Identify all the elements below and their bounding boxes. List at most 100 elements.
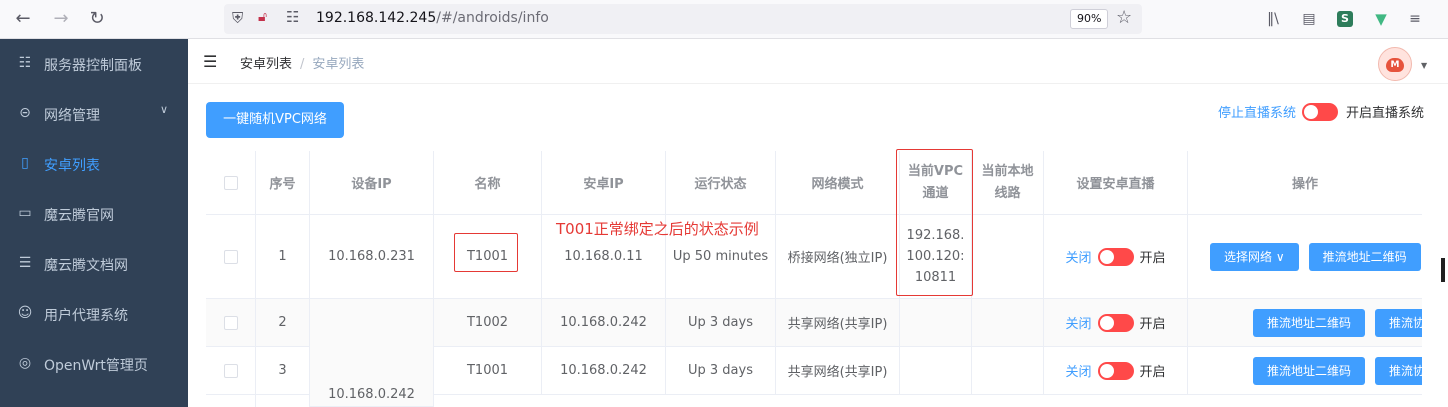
device-name: T1001 <box>434 347 542 395</box>
select-network-button[interactable]: 选择网络 ∨ <box>1210 242 1299 271</box>
top-navbar: ☰ 安卓列表 / 安卓列表 M ▼ <box>188 39 1448 84</box>
url-path: /#/androids/info <box>436 10 549 26</box>
live-on-label: 开启 <box>1139 365 1166 380</box>
sidebar: ☷ 服务器控制面板 ⊝ 网络管理 ∨ ▯ 安卓列表 ▭ 魔云腾官网 ☰ 魔云腾文… <box>0 39 188 407</box>
forward-arrow-icon[interactable]: → <box>48 6 74 32</box>
avatar-logo-icon: M <box>1386 58 1404 72</box>
android-ip: 10.168.0.242 <box>542 299 666 347</box>
live-off-label[interactable]: 关闭 <box>1065 247 1091 266</box>
row-checkbox[interactable] <box>223 249 238 264</box>
stop-live-label[interactable]: 停止直播系统 <box>1218 102 1296 121</box>
document-icon: ☰ <box>18 255 32 271</box>
android-table: 序号 设备IP 名称 安卓IP 运行状态 网络模式 当前VPC 通道 当前本地 … <box>206 151 1422 407</box>
row-select-cell[interactable] <box>206 215 256 299</box>
select-all-checkbox[interactable] <box>223 175 238 190</box>
row-index: 3 <box>256 347 310 395</box>
bookmark-star-icon[interactable]: ☆ <box>1116 7 1132 28</box>
local-line <box>972 347 1044 395</box>
column-header: 运行状态 <box>666 151 776 215</box>
live-switch[interactable] <box>1097 247 1134 266</box>
hamburger-icon[interactable]: ☰ <box>203 52 217 71</box>
vpc-channel <box>900 347 972 395</box>
device-name: T1002 <box>434 299 542 347</box>
vue-devtools-icon[interactable]: ▼ <box>1370 8 1392 30</box>
live-switch[interactable] <box>1097 361 1134 380</box>
live-off-label[interactable]: 关闭 <box>1065 361 1091 380</box>
column-header: 序号 <box>256 151 310 215</box>
insecure-lock-icon[interactable]: 🔓︎ <box>258 9 267 25</box>
run-status: Up 3 days <box>666 299 776 347</box>
breadcrumb-item-current: 安卓列表 <box>312 57 365 72</box>
sidebar-item-user-proxy[interactable]: ☺ 用户代理系统 <box>0 289 188 339</box>
live-off-label[interactable]: 关闭 <box>1065 313 1091 332</box>
push-stream-qr-button[interactable]: 推流地址二维码 <box>1253 308 1366 337</box>
sidebar-item-official-site[interactable]: ▭ 魔云腾官网 <box>0 189 188 239</box>
chevron-down-icon: ∨ <box>160 103 169 116</box>
sidebar-item-label: 网络管理 <box>44 108 100 124</box>
row-select-cell[interactable] <box>206 347 256 395</box>
url-text[interactable]: 192.168.142.245/#/androids/info <box>316 10 549 26</box>
live-setting-cell: 关闭 开启 <box>1044 347 1188 395</box>
actions-cell: 推流地址二维码 推流协议 <box>1188 299 1422 347</box>
extension-s-icon[interactable]: S <box>1337 11 1353 27</box>
column-header: 当前本地 线路 <box>972 151 1044 215</box>
row-index <box>256 395 310 407</box>
column-header: 操作 <box>1188 151 1422 215</box>
local-line <box>972 299 1044 347</box>
library-icon[interactable]: ‖\ <box>1262 8 1284 30</box>
android-ip: 10.168.0.242 <box>542 347 666 395</box>
address-bar[interactable]: ⛨ 🔓︎ ☷ 192.168.142.245/#/androids/info 9… <box>224 4 1142 34</box>
sidebar-item-docs-site[interactable]: ☰ 魔云腾文档网 <box>0 239 188 289</box>
start-live-label: 开启直播系统 <box>1346 106 1425 121</box>
sidebar-item-label: 用户代理系统 <box>44 308 128 324</box>
live-system-switch[interactable] <box>1302 103 1338 121</box>
user-icon: ☺ <box>17 305 33 321</box>
avatar[interactable]: M <box>1378 47 1412 81</box>
reload-icon[interactable]: ↻ <box>84 6 110 32</box>
sidebar-toggle-icon[interactable]: ▤ <box>1298 8 1320 30</box>
permissions-icon[interactable]: ☷ <box>286 8 299 26</box>
row-select-cell <box>206 395 256 407</box>
random-vpc-button[interactable]: 一键随机VPC网络 <box>206 102 344 138</box>
back-arrow-icon[interactable]: ← <box>10 6 36 32</box>
network-mode: 共享网络(共享IP) <box>776 299 900 347</box>
zoom-level-badge[interactable]: 90% <box>1070 9 1109 29</box>
push-protocol-button[interactable]: 推流协议 <box>1375 356 1422 385</box>
network-mode: 桥接网络(独立IP) <box>776 215 900 299</box>
menu-icon[interactable]: ≡ <box>1404 8 1426 30</box>
live-on-label: 开启 <box>1139 251 1166 266</box>
push-protocol-button[interactable]: 推流协议 <box>1375 308 1422 337</box>
caret-down-icon[interactable]: ▼ <box>1421 61 1427 70</box>
sidebar-item-label: 魔云腾文档网 <box>44 258 128 274</box>
sidebar-item-openwrt[interactable]: ◎ OpenWrt管理页 <box>0 339 188 389</box>
sidebar-item-server-panel[interactable]: ☷ 服务器控制面板 <box>0 39 188 89</box>
sidebar-item-android-list[interactable]: ▯ 安卓列表 <box>0 139 188 189</box>
breadcrumb-item[interactable]: 安卓列表 <box>240 57 292 72</box>
row-select-cell[interactable] <box>206 299 256 347</box>
breadcrumb-separator: / <box>300 57 305 72</box>
header-select-all[interactable] <box>206 151 256 215</box>
annotation-box-vpc <box>896 149 973 296</box>
push-stream-qr-button[interactable]: 推流地址二维码 <box>1253 356 1366 385</box>
sitemap-icon: ☷ <box>18 55 32 71</box>
shield-icon[interactable]: ⛨ <box>232 9 243 27</box>
live-on-label: 开启 <box>1139 317 1166 332</box>
scrollbar-thumb[interactable] <box>1441 258 1445 282</box>
select-network-label: 选择网络 <box>1224 249 1273 264</box>
url-host: 192.168.142.245 <box>316 10 437 26</box>
push-stream-qr-button[interactable]: 推流地址二维码 <box>1308 242 1421 271</box>
run-status: Up 3 days <box>666 347 776 395</box>
sidebar-item-label: 服务器控制面板 <box>44 58 142 74</box>
breadcrumb: 安卓列表 / 安卓列表 <box>240 53 364 72</box>
sidebar-item-label: 安卓列表 <box>44 158 100 174</box>
sidebar-item-label: 魔云腾官网 <box>44 208 114 224</box>
chevron-down-icon: ∨ <box>1275 249 1285 264</box>
actions-cell: 选择网络 ∨ 推流地址二维码 <box>1188 215 1422 299</box>
annotation-box-name <box>454 233 518 272</box>
network-mode: 共享网络(共享IP) <box>776 347 900 395</box>
sidebar-item-network[interactable]: ⊝ 网络管理 ∨ <box>0 89 188 139</box>
row-checkbox[interactable] <box>223 363 238 378</box>
row-checkbox[interactable] <box>223 315 238 330</box>
wifi-router-icon: ◎ <box>18 355 32 371</box>
live-switch[interactable] <box>1097 313 1134 332</box>
